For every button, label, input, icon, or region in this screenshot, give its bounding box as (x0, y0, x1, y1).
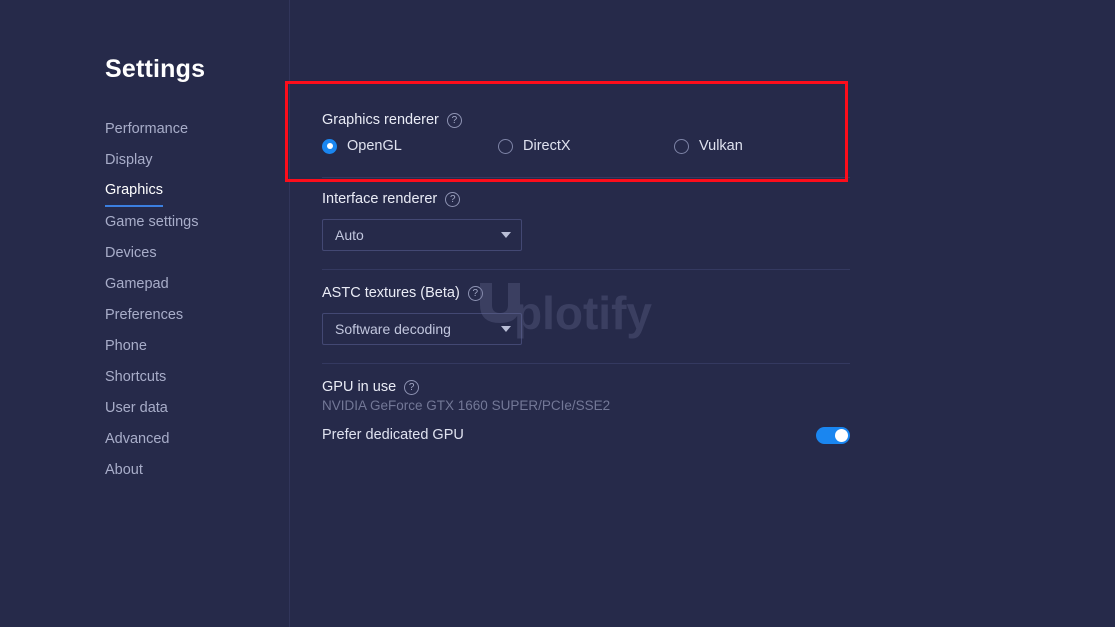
astc-textures-value: Software decoding (335, 321, 451, 337)
astc-textures-label: ASTC textures (Beta) (322, 285, 460, 301)
help-icon[interactable]: ? (467, 285, 483, 301)
radio-label-opengl: OpenGL (347, 138, 402, 154)
interface-renderer-value: Auto (335, 227, 364, 243)
settings-content: Graphics renderer ? OpenGL DirectX Vulka… (290, 0, 1115, 627)
graphics-renderer-section: Graphics renderer ? (322, 110, 850, 130)
interface-renderer-section: Interface renderer ? (322, 189, 850, 209)
radio-indicator-icon (322, 138, 337, 154)
prefer-dedicated-gpu-label: Prefer dedicated GPU (322, 427, 464, 443)
sidebar-item-about[interactable]: About (105, 455, 143, 486)
gpu-in-use-header: GPU in use ? (322, 377, 850, 397)
section-divider (322, 269, 850, 270)
sidebar-item-game-settings[interactable]: Game settings (105, 207, 199, 238)
radio-option-opengl[interactable]: OpenGL (322, 138, 498, 154)
prefer-dedicated-gpu-toggle[interactable] (816, 426, 850, 444)
radio-option-vulkan[interactable]: Vulkan (674, 138, 850, 154)
gpu-in-use-section: GPU in use ? (322, 377, 850, 397)
settings-sidebar: Settings Performance Display Graphics Ga… (0, 0, 290, 627)
sidebar-item-preferences[interactable]: Preferences (105, 300, 183, 331)
sidebar-item-shortcuts[interactable]: Shortcuts (105, 362, 166, 393)
interface-renderer-label: Interface renderer (322, 191, 438, 207)
radio-indicator-icon (498, 138, 513, 154)
gpu-in-use-label: GPU in use (322, 379, 397, 395)
sidebar-item-devices[interactable]: Devices (105, 238, 157, 269)
astc-textures-select[interactable]: Software decoding (322, 313, 522, 345)
radio-option-directx[interactable]: DirectX (498, 138, 674, 154)
chevron-down-icon (501, 232, 511, 238)
section-divider (322, 363, 850, 364)
toggle-knob (835, 428, 848, 442)
help-icon[interactable]: ? (404, 379, 420, 395)
sidebar-item-gamepad[interactable]: Gamepad (105, 269, 169, 300)
radio-indicator-icon (674, 138, 689, 154)
sidebar-item-display[interactable]: Display (105, 145, 153, 176)
radio-label-directx: DirectX (523, 138, 571, 154)
help-icon[interactable]: ? (445, 191, 461, 207)
sidebar-item-phone[interactable]: Phone (105, 331, 147, 362)
graphics-renderer-label: Graphics renderer (322, 112, 439, 128)
graphics-renderer-options: OpenGL DirectX Vulkan (322, 138, 850, 154)
astc-textures-header: ASTC textures (Beta) ? (322, 283, 850, 303)
astc-textures-section: ASTC textures (Beta) ? (322, 283, 850, 303)
sidebar-item-user-data[interactable]: User data (105, 393, 168, 424)
chevron-down-icon (501, 326, 511, 332)
gpu-device-name: NVIDIA GeForce GTX 1660 SUPER/PCIe/SSE2 (322, 398, 611, 413)
help-icon[interactable]: ? (446, 112, 462, 128)
sidebar-item-graphics[interactable]: Graphics (105, 176, 164, 207)
graphics-renderer-header: Graphics renderer ? (322, 110, 850, 130)
sidebar-item-advanced[interactable]: Advanced (105, 424, 170, 455)
interface-renderer-header: Interface renderer ? (322, 189, 850, 209)
prefer-dedicated-gpu-row: Prefer dedicated GPU (322, 425, 850, 445)
section-divider (322, 177, 850, 178)
interface-renderer-select[interactable]: Auto (322, 219, 522, 251)
sidebar-nav: Performance Display Graphics Game settin… (105, 114, 275, 486)
sidebar-item-performance[interactable]: Performance (105, 114, 188, 145)
radio-label-vulkan: Vulkan (699, 138, 743, 154)
page-title: Settings (105, 55, 206, 83)
